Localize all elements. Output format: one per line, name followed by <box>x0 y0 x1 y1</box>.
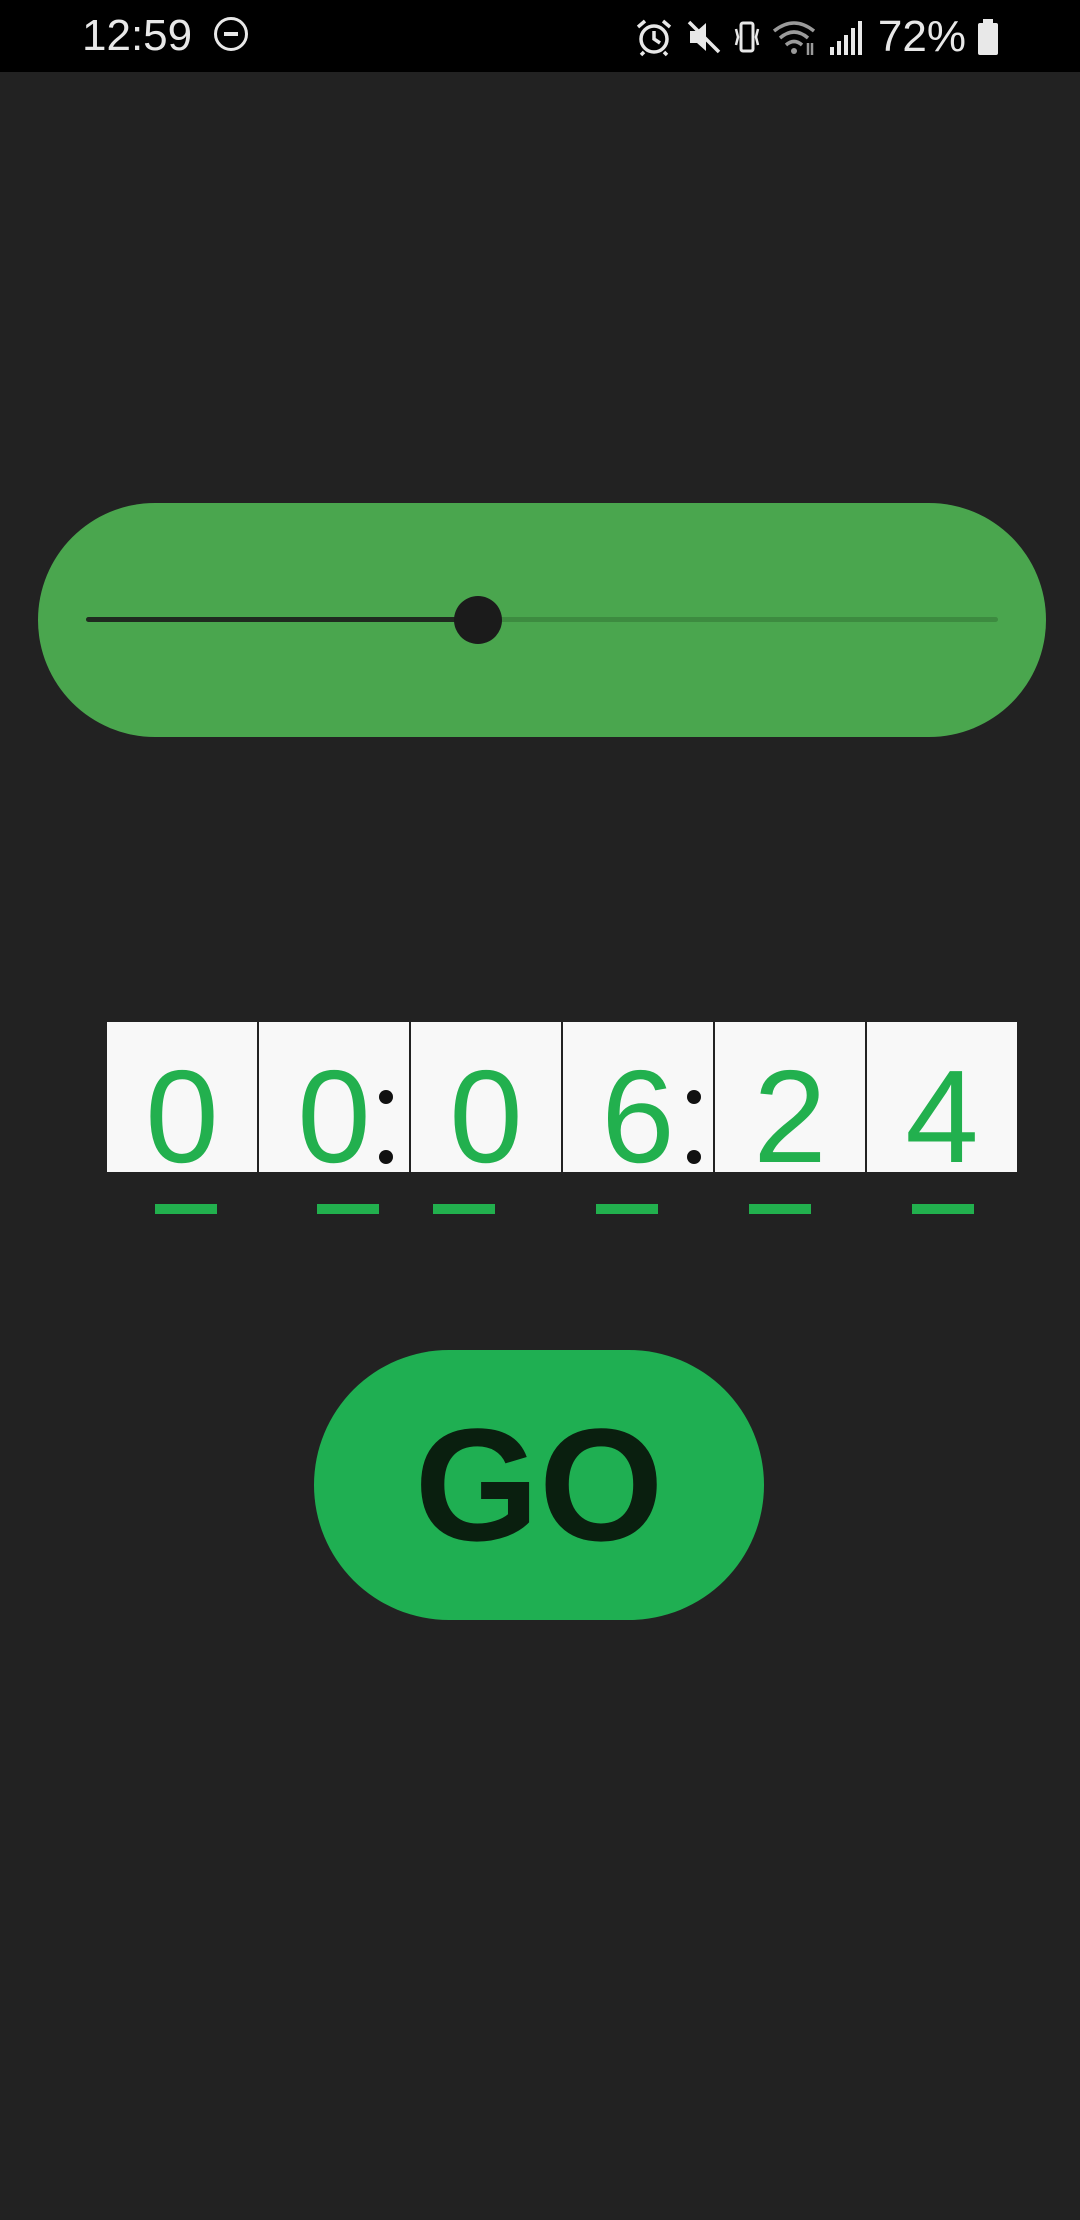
status-bar: 12:59 72% <box>0 0 1080 72</box>
colon-dot <box>687 1090 701 1104</box>
colon-dot <box>379 1090 393 1104</box>
status-icons: 72% <box>634 12 1000 62</box>
digit-seconds-ones[interactable]: 4 <box>867 1022 1017 1172</box>
slider-thumb[interactable] <box>454 596 503 644</box>
colon-dot <box>379 1150 393 1164</box>
digit-underline <box>596 1204 658 1214</box>
digit-underline <box>155 1204 217 1214</box>
go-button[interactable]: GO <box>314 1350 764 1620</box>
digit-hours-tens[interactable]: 0 <box>107 1022 257 1172</box>
slider-fill <box>86 617 479 622</box>
digit-underline <box>433 1204 495 1214</box>
slider-track[interactable] <box>86 617 998 622</box>
battery-percentage: 72% <box>877 12 966 61</box>
digit-seconds-tens[interactable]: 2 <box>715 1022 865 1172</box>
digit-underline <box>912 1204 974 1214</box>
do-not-disturb-icon <box>214 17 248 51</box>
wifi-icon <box>770 17 818 57</box>
status-time: 12:59 <box>82 11 193 60</box>
battery-icon <box>976 17 1000 57</box>
seek-slider[interactable] <box>38 503 1046 737</box>
digit-underline <box>749 1204 811 1214</box>
vibrate-icon <box>734 17 760 57</box>
timer-display: 0 0 0 6 2 4 <box>107 1022 1019 1172</box>
signal-icon <box>828 17 864 57</box>
mute-icon <box>684 17 724 57</box>
digit-minutes-tens[interactable]: 0 <box>411 1022 561 1172</box>
digit-underline <box>317 1204 379 1214</box>
alarm-icon <box>634 17 674 57</box>
colon-dot <box>687 1150 701 1164</box>
